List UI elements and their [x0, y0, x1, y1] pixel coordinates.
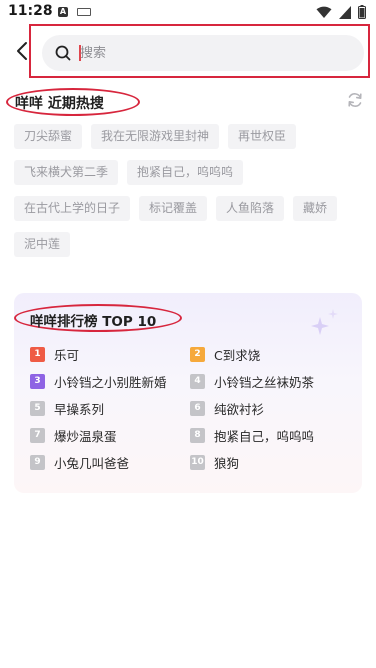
hot-search-tag[interactable]: 飞来横犬第二季: [14, 160, 119, 185]
ranking-item[interactable]: 7 爆炒温泉蛋: [30, 426, 190, 445]
rank-number-badge: 6: [190, 401, 205, 416]
hot-search-tag[interactable]: 我在无限游戏里封神: [91, 124, 220, 149]
rank-number-badge: 3: [30, 374, 45, 389]
refresh-icon[interactable]: [346, 91, 364, 109]
notification-icon: A: [58, 7, 68, 17]
ranking-item[interactable]: 2 C到求饶: [190, 345, 350, 364]
search-input[interactable]: [80, 35, 350, 71]
ranking-item-label: C到求饶: [214, 348, 261, 363]
ranking-item[interactable]: 5 早操系列: [30, 399, 190, 418]
ranking-header: 咩咩排行榜 TOP 10: [14, 304, 182, 332]
hot-search-tag[interactable]: 泥中莲: [14, 232, 71, 257]
rank-number-badge: 8: [190, 428, 205, 443]
rank-number-badge: 10: [190, 455, 205, 470]
rank-number-badge: 5: [30, 401, 45, 416]
hot-search-tag[interactable]: 抱紧自己，呜呜呜: [127, 160, 244, 185]
status-icons: [316, 5, 366, 19]
rank-number-badge: 7: [30, 428, 45, 443]
ranking-item[interactable]: 9 小兔几叫爸爸: [30, 453, 190, 472]
ranking-item-label: 爆炒温泉蛋: [54, 429, 117, 444]
ranking-item[interactable]: 4 小铃铛之丝袜奶茶: [190, 372, 350, 391]
hot-search-tag[interactable]: 标记覆盖: [139, 196, 208, 221]
ranking-item-label: 小兔几叫爸爸: [54, 456, 130, 471]
rank-number-badge: 2: [190, 347, 205, 362]
search-bar[interactable]: [42, 35, 364, 71]
rank-number-badge: 1: [30, 347, 45, 362]
ranking-item[interactable]: 1 乐可: [30, 345, 190, 364]
ranking-item-label: 小铃铛之小别胜新婚: [54, 375, 167, 390]
hot-search-tag[interactable]: 刀尖舔蜜: [14, 124, 83, 149]
ranking-item-label: 抱紧自己，呜呜呜: [214, 429, 315, 444]
status-bar: 11:28 A: [0, 0, 376, 26]
rank-number-badge: 9: [30, 455, 45, 470]
hot-search-title: 咩咩 近期热搜: [15, 96, 104, 112]
hot-search-tag[interactable]: 人鱼陷落: [216, 196, 285, 221]
keyboard-icon: [77, 8, 91, 16]
signal-icon: [339, 5, 351, 19]
ranking-item-label: 乐可: [54, 348, 80, 363]
rank-number-badge: 4: [190, 374, 205, 389]
sparkle-icon: [311, 309, 338, 335]
hot-search-tags: 刀尖舔蜜 我在无限游戏里封神 再世权臣飞来横犬第二季 抱紧自己，呜呜呜在古代上学的日子…: [14, 124, 364, 257]
hot-search-tag[interactable]: 在古代上学的日子: [14, 196, 131, 221]
ranking-item[interactable]: 3 小铃铛之小别胜新婚: [30, 372, 190, 391]
hot-search-header: 咩咩 近期热搜: [6, 88, 140, 116]
ranking-item[interactable]: 8 抱紧自己，呜呜呜: [190, 426, 350, 445]
ranking-item[interactable]: 10 狼狗: [190, 453, 350, 472]
ranking-item-label: 早操系列: [54, 402, 105, 417]
ranking-list: 1 乐可 2 C到求饶 3 小铃铛之小别胜新婚 4 小铃铛之丝袜奶茶 5 早操系列 6 纯欲衬衫 7 爆炒…: [30, 345, 350, 472]
battery-icon: [358, 5, 366, 19]
search-page: 11:28 A 咩咩 近期: [0, 0, 376, 668]
ranking-title: 咩咩排行榜 TOP 10: [30, 314, 157, 330]
ranking-item-label: 纯欲衬衫: [214, 402, 265, 417]
ranking-card: 咩咩排行榜 TOP 10 1 乐可 2 C到求饶 3 小铃铛之小别胜新婚 4 小铃铛之丝袜奶茶…: [14, 293, 362, 493]
ranking-item-label: 狼狗: [214, 456, 240, 471]
ranking-item-label: 小铃铛之丝袜奶茶: [214, 375, 315, 390]
ranking-item[interactable]: 6 纯欲衬衫: [190, 399, 350, 418]
hot-search-tag[interactable]: 再世权臣: [228, 124, 297, 149]
search-icon: [55, 45, 71, 61]
status-time: 11:28: [8, 3, 53, 19]
hot-search-tag[interactable]: 藏娇: [293, 196, 338, 221]
notification-badge-text: A: [59, 7, 67, 16]
wifi-icon: [316, 6, 332, 18]
